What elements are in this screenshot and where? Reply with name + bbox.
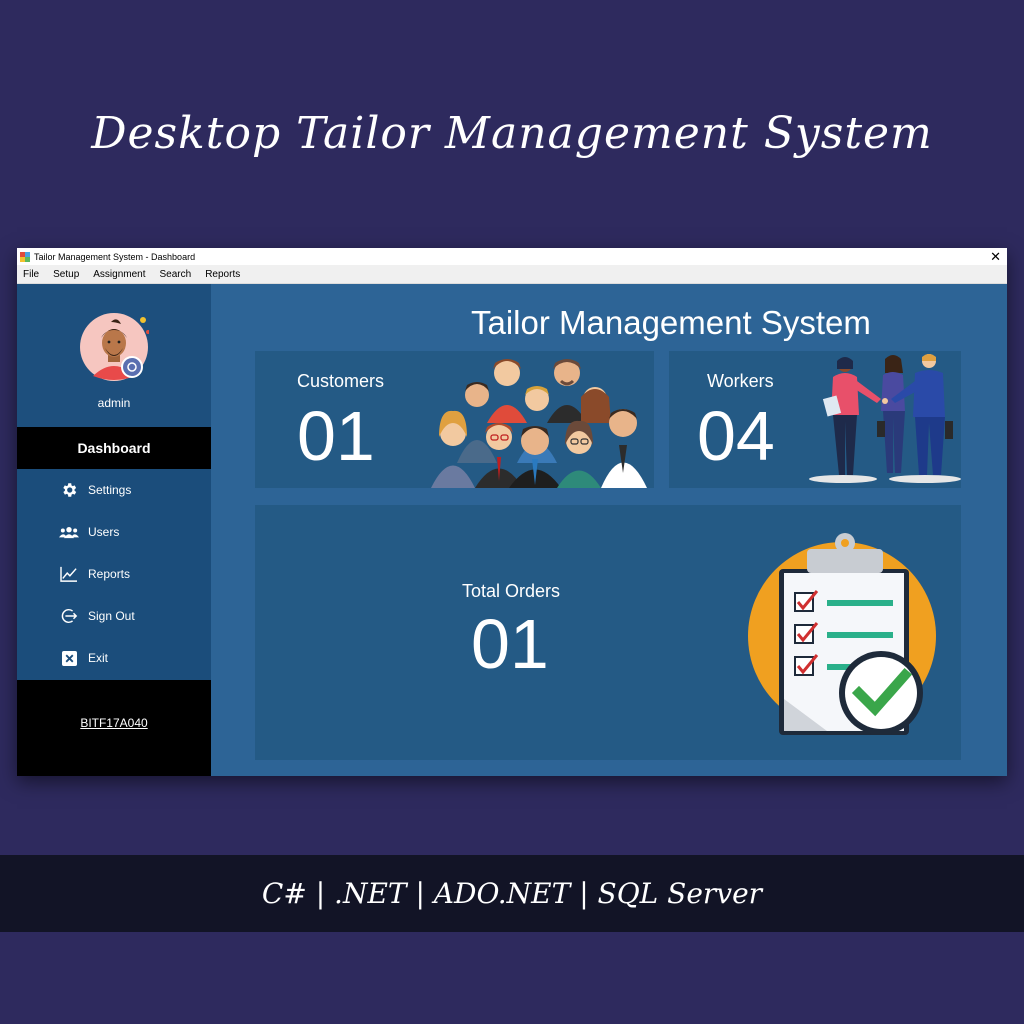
nav-reports-label: Reports — [88, 567, 131, 581]
username: admin — [97, 396, 131, 410]
orders-label: Total Orders — [462, 581, 561, 601]
orders-count: 01 — [471, 605, 549, 683]
nav-exit-label: Exit — [88, 651, 109, 665]
nav-users[interactable]: Users — [17, 511, 211, 553]
menu-assignment[interactable]: Assignment — [93, 269, 145, 280]
workers-label: Workers — [707, 371, 774, 391]
promo-title: Desktop Tailor Management System — [91, 108, 933, 159]
chart-line-icon — [59, 564, 79, 584]
nav-sign-out[interactable]: Sign Out — [17, 595, 211, 637]
nav-users-label: Users — [88, 525, 120, 539]
nav-reports[interactable]: Reports — [17, 553, 211, 595]
profile-section: admin — [17, 284, 211, 427]
nav-settings-label: Settings — [88, 483, 132, 497]
gear-icon — [59, 480, 79, 500]
customers-label: Customers — [297, 371, 385, 391]
app-window: Tailor Management System - Dashboard ✕ F… — [17, 248, 1007, 776]
sidebar: admin Dashboard Settings Users Reports S… — [17, 284, 211, 776]
exit-icon — [59, 648, 79, 668]
workers-handshake-illustration — [809, 354, 961, 483]
tech-stack-banner: C# | .NET | ADO.NET | SQL Server — [0, 855, 1024, 932]
workers-card: Workers 04 — [669, 351, 961, 488]
sidebar-footer: BITF17A040 — [17, 680, 211, 776]
avatar — [80, 313, 149, 381]
orders-card: Total Orders 01 — [255, 505, 961, 760]
user-id-link[interactable]: BITF17A040 — [17, 716, 211, 730]
menu-file[interactable]: File — [23, 269, 39, 280]
sign-out-icon — [59, 606, 79, 626]
nav-sign-out-label: Sign Out — [88, 609, 135, 623]
menu-setup[interactable]: Setup — [53, 269, 79, 280]
customers-card: Customers 01 — [255, 351, 654, 488]
app-icon — [20, 251, 30, 262]
users-icon — [59, 522, 79, 542]
close-button[interactable]: ✕ — [990, 248, 1001, 265]
menu-reports[interactable]: Reports — [205, 269, 240, 280]
page-title: Tailor Management System — [471, 304, 871, 341]
nav-exit[interactable]: Exit — [17, 637, 211, 679]
window-title: Tailor Management System - Dashboard — [34, 251, 196, 262]
nav-list: Settings Users Reports Sign Out Exit — [17, 469, 211, 680]
customers-count: 01 — [297, 397, 375, 475]
workers-count: 04 — [697, 397, 775, 475]
menu-bar: File Setup Assignment Search Reports — [17, 265, 1007, 284]
nav-settings[interactable]: Settings — [17, 469, 211, 511]
nav-dashboard[interactable]: Dashboard — [17, 427, 211, 469]
menu-search[interactable]: Search — [160, 269, 192, 280]
customers-group-illustration — [431, 359, 647, 488]
title-bar: Tailor Management System - Dashboard ✕ — [17, 248, 1007, 265]
clipboard-checklist-illustration — [748, 533, 936, 735]
